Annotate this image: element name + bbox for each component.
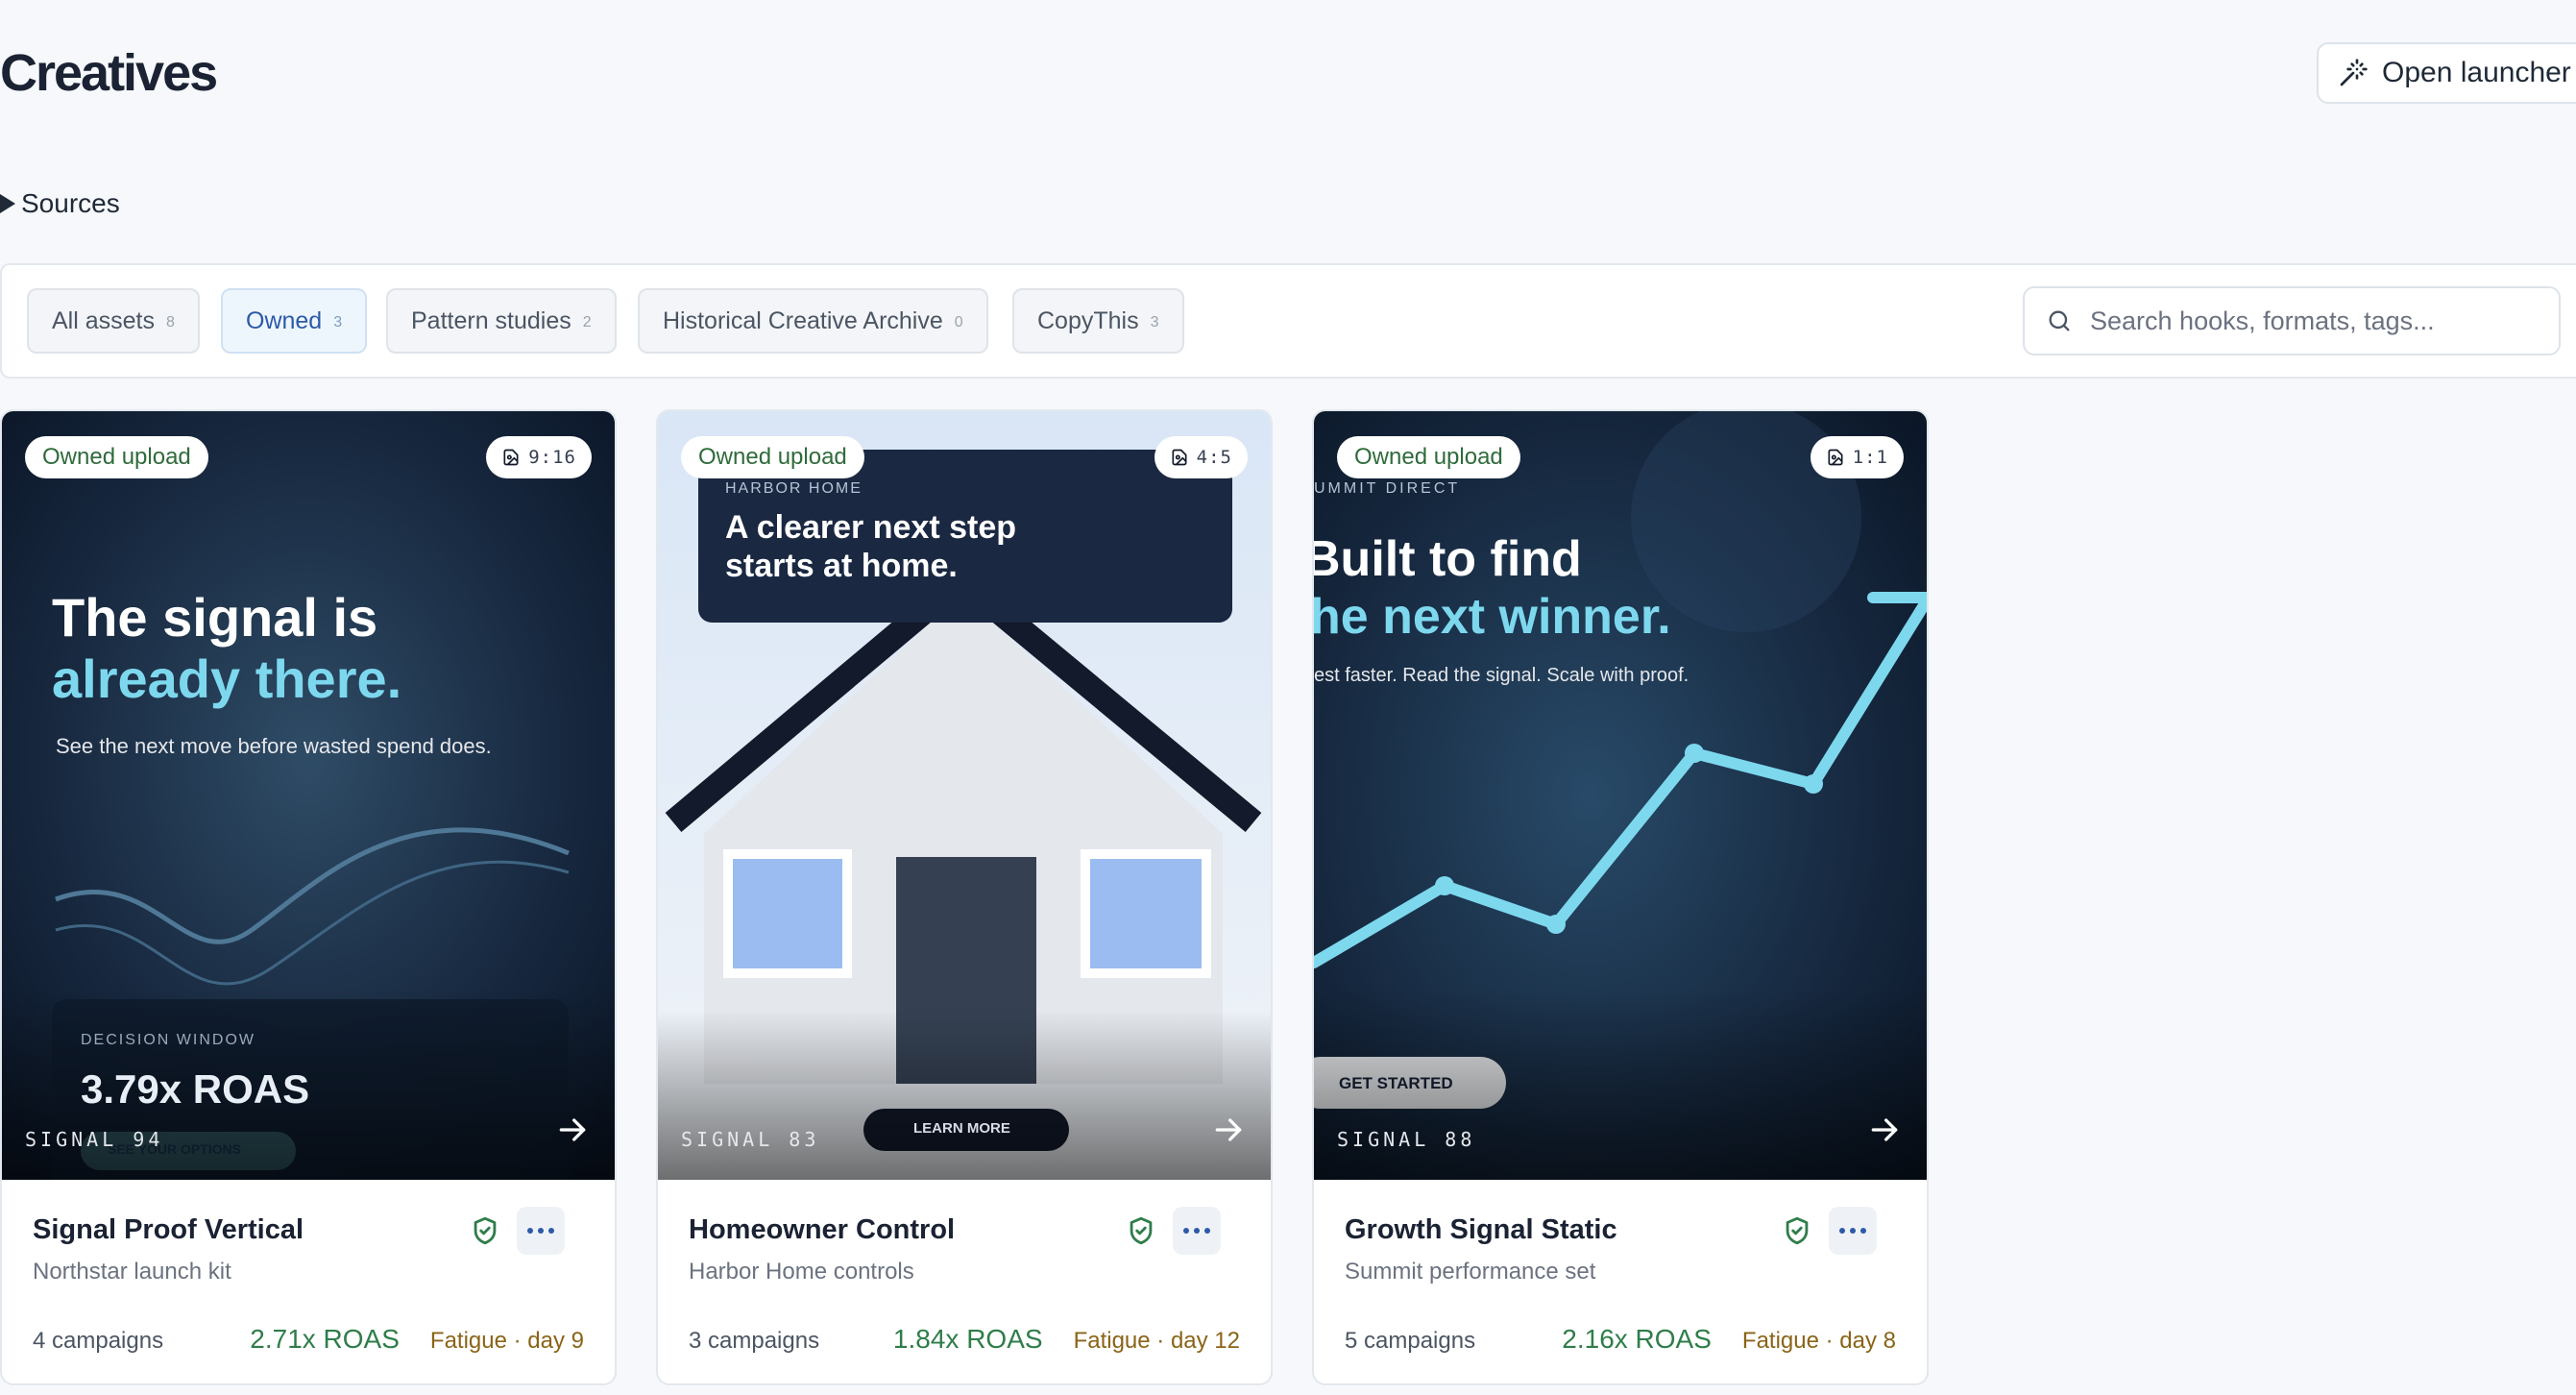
- ad-panel-label: DECISION WINDOW: [81, 1032, 255, 1048]
- shield-check-icon: [1130, 1216, 1153, 1245]
- filter-chip-pattern-studies[interactable]: Pattern studies 2: [386, 288, 617, 354]
- arrow-right-icon[interactable]: [553, 1111, 592, 1149]
- page-title: Creatives: [0, 44, 218, 102]
- search-icon: [2049, 310, 2070, 331]
- card-body: Signal Proof Vertical Northstar launch k…: [2, 1180, 615, 1383]
- card-subtitle: Northstar launch kit: [33, 1259, 231, 1285]
- ad-headline-2: starts at home.: [725, 548, 958, 584]
- more-options-button[interactable]: [1173, 1207, 1221, 1255]
- fatigue-status: Fatigue · day 9: [429, 1328, 584, 1354]
- image-file-icon: [503, 449, 519, 466]
- card-stats: 4 campaigns 2.71x ROAS Fatigue · day 9: [33, 1324, 584, 1355]
- ad-brand: UMMIT DIRECT: [1314, 480, 1461, 497]
- creative-card-growth-signal-static[interactable]: UMMIT DIRECT Built to find he next winne…: [1312, 409, 1929, 1385]
- fatigue-status: Fatigue · day 8: [1741, 1328, 1896, 1354]
- creative-preview[interactable]: HARBOR HOME A clearer next step starts a…: [658, 411, 1271, 1180]
- filter-chip-count: 3: [1150, 314, 1159, 330]
- aspect-ratio-value: 9:16: [528, 447, 576, 468]
- magic-wand-icon: [2340, 59, 2368, 86]
- card-subtitle: Summit performance set: [1345, 1259, 1596, 1285]
- ad-headline-1: Built to find: [1314, 531, 1582, 587]
- more-options-button[interactable]: [517, 1207, 565, 1255]
- sources-label: Sources: [21, 188, 120, 218]
- roas-value: 1.84x ROAS: [892, 1324, 1043, 1354]
- ad-subline: est faster. Read the signal. Scale with …: [1314, 665, 1689, 686]
- card-body: Growth Signal Static Summit performance …: [1314, 1180, 1927, 1383]
- open-launcher-label: Open launcher: [2382, 57, 2571, 88]
- filter-chip-owned[interactable]: Owned 3: [221, 288, 368, 354]
- sources-toggle[interactable]: Sources: [0, 188, 120, 219]
- aspect-ratio-badge: 1:1: [1810, 436, 1904, 478]
- campaign-count: 4 campaigns: [33, 1328, 164, 1354]
- ad-panel-value: 3.79x ROAS: [81, 1066, 310, 1112]
- filter-chip-label: Pattern studies: [411, 306, 571, 334]
- filter-chip-label: Owned: [246, 306, 323, 334]
- signal-score: SIGNAL 94: [25, 1128, 164, 1151]
- filter-chip-count: 0: [954, 314, 963, 330]
- card-subtitle: Harbor Home controls: [689, 1259, 914, 1285]
- aspect-ratio-value: 4:5: [1196, 447, 1232, 468]
- filter-chip-historical-creative-archive[interactable]: Historical Creative Archive 0: [638, 288, 988, 354]
- shield-check-icon: [474, 1216, 497, 1245]
- creative-preview[interactable]: UMMIT DIRECT Built to find he next winne…: [1314, 411, 1927, 1180]
- ad-headline-1: A clearer next step: [725, 509, 1016, 546]
- filter-chip-count: 3: [333, 314, 343, 330]
- card-body: Homeowner Control Harbor Home controls 3…: [658, 1180, 1271, 1383]
- signal-score: SIGNAL 88: [1337, 1128, 1476, 1151]
- open-launcher-button[interactable]: Open launcher: [2317, 42, 2576, 104]
- card-stats: 3 campaigns 1.84x ROAS Fatigue · day 12: [689, 1324, 1240, 1355]
- shield-check-icon: [1786, 1216, 1809, 1245]
- card-stats: 5 campaigns 2.16x ROAS Fatigue · day 8: [1345, 1324, 1896, 1355]
- filter-chip-count: 2: [582, 314, 592, 330]
- owned-upload-badge: Owned upload: [25, 436, 208, 478]
- signal-score: SIGNAL 83: [681, 1128, 820, 1151]
- image-file-icon: [1828, 449, 1843, 466]
- roas-value: 2.71x ROAS: [250, 1324, 400, 1354]
- ad-cta: LEARN MORE: [913, 1120, 1010, 1137]
- filter-chip-count: 8: [165, 314, 175, 330]
- campaign-count: 5 campaigns: [1345, 1328, 1476, 1354]
- filter-bar: All assets 8 Owned 3 Pattern studies 2 H…: [0, 263, 2576, 379]
- more-options-button[interactable]: [1829, 1207, 1877, 1255]
- arrow-right-icon[interactable]: [1209, 1111, 1248, 1149]
- filter-chip-label: Historical Creative Archive: [663, 306, 943, 334]
- fatigue-status: Fatigue · day 12: [1073, 1328, 1240, 1354]
- creative-preview[interactable]: The signal is already there. See the nex…: [2, 411, 615, 1180]
- card-title: Growth Signal Static: [1345, 1214, 1617, 1245]
- owned-upload-badge: Owned upload: [681, 436, 864, 478]
- creative-card-homeowner-control[interactable]: HARBOR HOME A clearer next step starts a…: [656, 409, 1273, 1385]
- image-file-icon: [1172, 449, 1187, 466]
- filter-chip-label: CopyThis: [1037, 306, 1139, 334]
- arrow-right-icon[interactable]: [1865, 1111, 1904, 1149]
- search-input[interactable]: [2090, 306, 2532, 336]
- filter-chip-copythis[interactable]: CopyThis 3: [1012, 288, 1184, 354]
- search-box[interactable]: [2023, 286, 2561, 355]
- ad-headline-1: The signal is: [52, 587, 378, 648]
- creative-preview-art: [2, 411, 615, 1180]
- ad-headline-2: he next winner.: [1314, 589, 1671, 645]
- owned-upload-badge: Owned upload: [1337, 436, 1520, 478]
- ad-subline: See the next move before wasted spend do…: [56, 734, 492, 758]
- filter-chip-label: All assets: [52, 306, 155, 334]
- ad-brand: HARBOR HOME: [725, 480, 863, 497]
- creative-preview-art: [1314, 411, 1927, 1180]
- aspect-ratio-value: 1:1: [1852, 447, 1888, 468]
- ad-headline-2: already there.: [52, 649, 402, 709]
- campaign-count: 3 campaigns: [689, 1328, 820, 1354]
- card-title: Homeowner Control: [689, 1214, 956, 1245]
- filter-chip-all-assets[interactable]: All assets 8: [27, 288, 200, 354]
- roas-value: 2.16x ROAS: [1562, 1324, 1712, 1354]
- disclosure-triangle-icon: [0, 194, 15, 213]
- aspect-ratio-badge: 9:16: [486, 436, 592, 478]
- ad-cta: GET STARTED: [1339, 1074, 1453, 1092]
- creative-card-signal-proof-vertical[interactable]: The signal is already there. See the nex…: [0, 409, 617, 1385]
- card-title: Signal Proof Vertical: [33, 1214, 304, 1245]
- aspect-ratio-badge: 4:5: [1154, 436, 1248, 478]
